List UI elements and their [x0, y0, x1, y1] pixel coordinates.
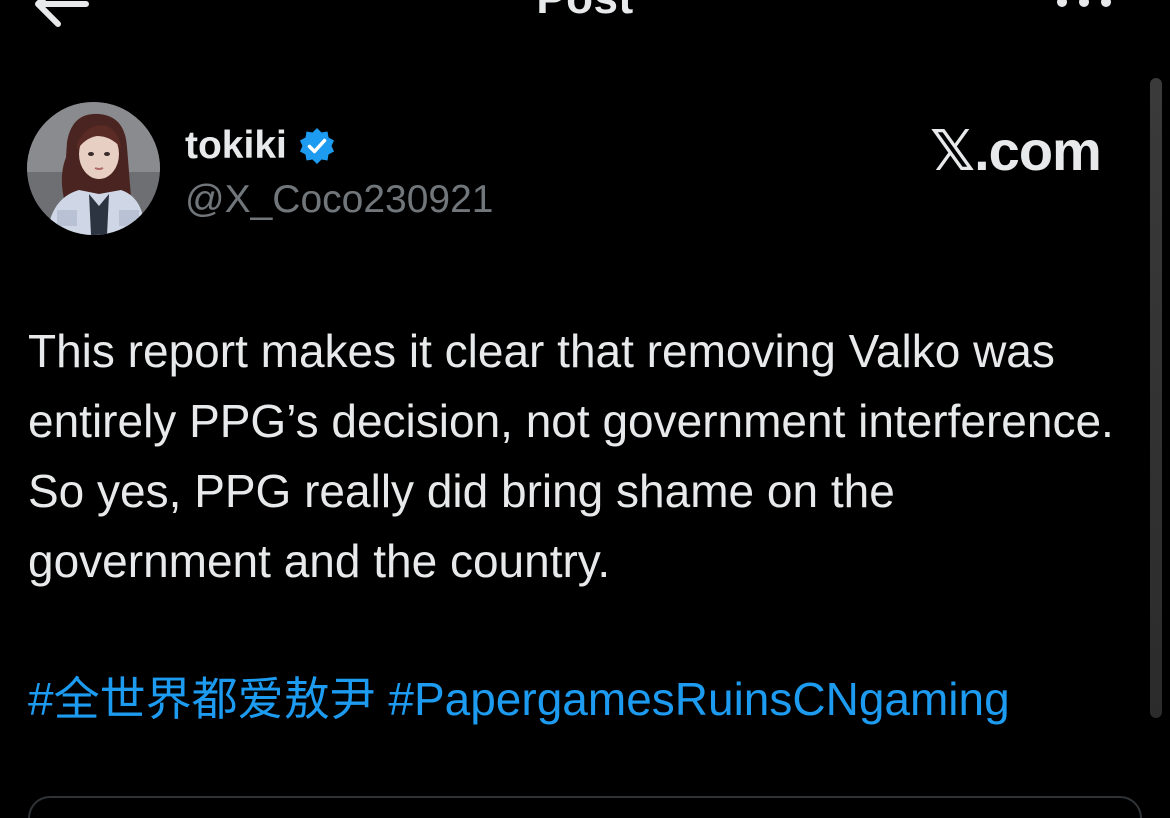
page-title: Post	[0, 0, 1170, 24]
top-bar: Post	[0, 0, 1170, 40]
ellipsis-icon	[1057, 0, 1111, 7]
post-text: This report makes it clear that removing…	[28, 325, 1114, 587]
scrollbar[interactable]	[1150, 78, 1162, 718]
author-handle[interactable]: @X_Coco230921	[185, 178, 493, 222]
verified-badge-icon	[299, 128, 334, 164]
hashtag-link[interactable]: #PapergamesRuinsCNgaming	[388, 673, 1009, 725]
bottom-card-edge	[28, 796, 1142, 818]
more-options-button[interactable]	[1052, 0, 1116, 18]
hashtag-link[interactable]: #全世界都爱敖尹	[28, 673, 376, 725]
avatar[interactable]	[27, 102, 160, 235]
author-name-text: tokiki	[185, 124, 287, 167]
author-display-name[interactable]: tokiki	[185, 124, 337, 168]
avatar-image	[27, 102, 160, 235]
hashtag-row: #全世界都爱敖尹 #PapergamesRuinsCNgaming	[28, 664, 1010, 734]
brand-watermark: 𝕏.com	[930, 119, 1102, 182]
